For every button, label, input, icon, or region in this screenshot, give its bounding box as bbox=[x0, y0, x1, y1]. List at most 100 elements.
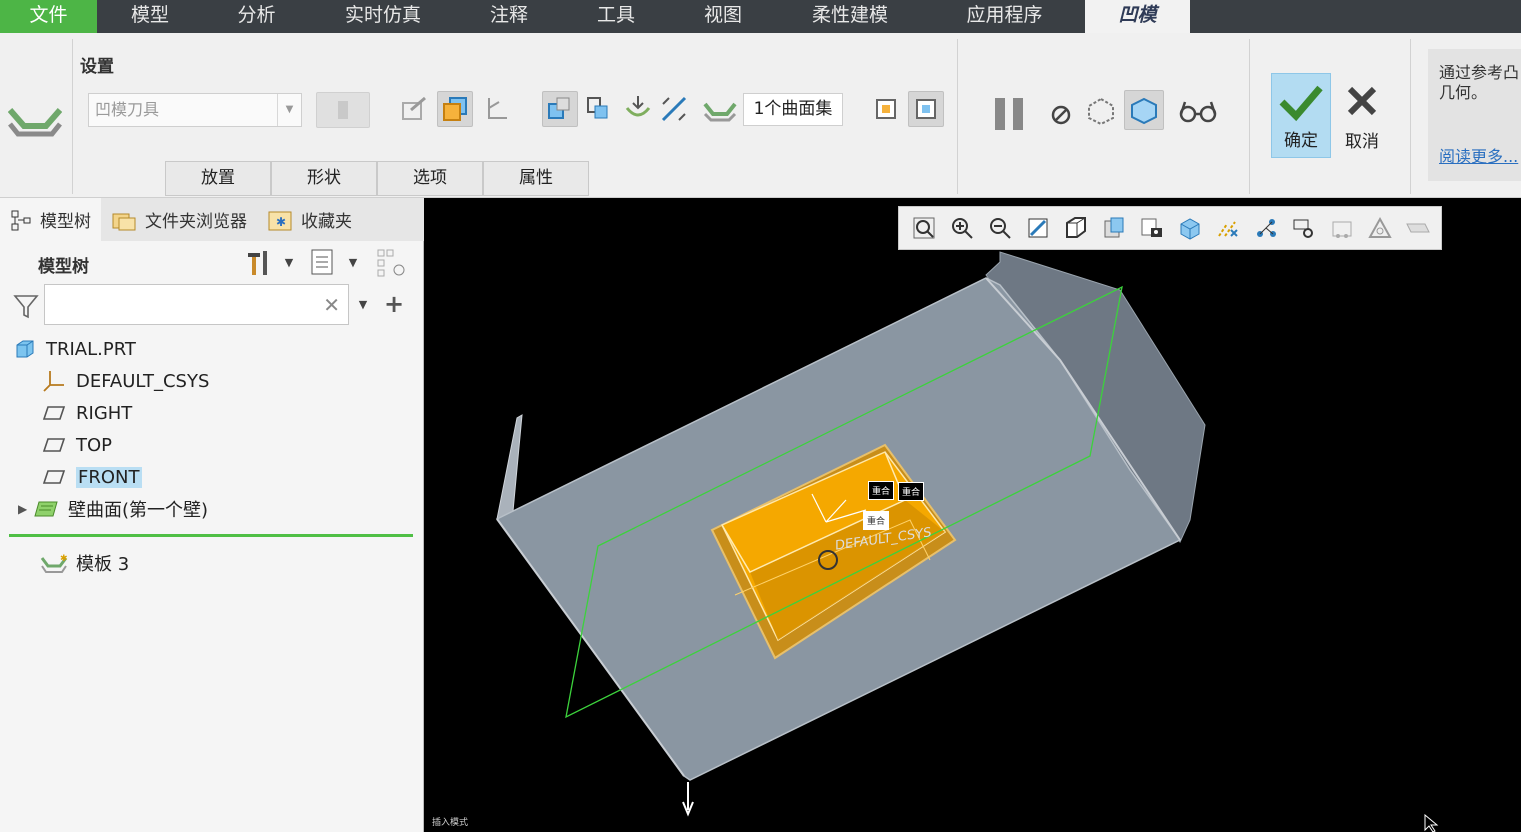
tab-properties[interactable]: 属性 bbox=[483, 161, 589, 196]
tab-folder-browser[interactable]: 文件夹浏览器 bbox=[101, 198, 257, 241]
insert-indicator[interactable] bbox=[9, 534, 413, 537]
tab-shape[interactable]: 形状 bbox=[271, 161, 377, 196]
punch-side-icon[interactable] bbox=[542, 91, 578, 127]
preview-icon[interactable] bbox=[868, 91, 904, 127]
ok-button[interactable]: 确定 bbox=[1271, 73, 1331, 158]
form-big-icon bbox=[6, 95, 64, 141]
ribbon-separator bbox=[72, 39, 73, 194]
datum-plane-icon bbox=[40, 436, 68, 454]
filter-icon[interactable] bbox=[10, 288, 42, 324]
refit-icon[interactable] bbox=[905, 209, 943, 247]
tree-item-csys[interactable]: DEFAULT_CSYS bbox=[40, 367, 209, 395]
form-tool-combo[interactable]: 凹模刀具 ▼ bbox=[88, 93, 302, 127]
tree-settings-icon[interactable] bbox=[306, 244, 338, 280]
constraint-tag[interactable]: 重合 bbox=[898, 482, 925, 501]
flip-direction-icon[interactable] bbox=[580, 91, 616, 127]
read-more-link[interactable]: 阅读更多... bbox=[1439, 147, 1518, 167]
open-tool-button[interactable] bbox=[316, 92, 370, 128]
tab-simulate[interactable]: 实时仿真 bbox=[310, 0, 456, 33]
tree-item-label: 壁曲面(第一个壁) bbox=[68, 500, 209, 521]
tree-item-front[interactable]: FRONT bbox=[40, 463, 142, 491]
ribbon-tab-bar: 文件 模型 分析 实时仿真 注释 工具 视图 柔性建模 应用程序 凹模 bbox=[0, 0, 1521, 33]
attached-preview-icon[interactable] bbox=[1124, 90, 1164, 130]
close-icon bbox=[1347, 86, 1377, 116]
section-view-icon[interactable] bbox=[1399, 209, 1437, 247]
tab-model-tree[interactable]: 模型树 bbox=[0, 198, 101, 241]
attached-icon[interactable] bbox=[908, 91, 944, 127]
copy-surface-icon[interactable] bbox=[437, 91, 473, 127]
annotation-display-icon[interactable] bbox=[1285, 209, 1323, 247]
csys-icon bbox=[40, 369, 68, 393]
svg-text:✱: ✱ bbox=[276, 215, 286, 229]
tree-item-label: TOP bbox=[76, 434, 113, 456]
tab-analysis[interactable]: 分析 bbox=[203, 0, 310, 33]
ribbon-separator bbox=[1249, 39, 1250, 194]
tab-model[interactable]: 模型 bbox=[97, 0, 203, 33]
exclude-surface-icon[interactable] bbox=[656, 91, 692, 127]
left-flange bbox=[496, 414, 523, 523]
tab-form[interactable]: 凹模 bbox=[1085, 0, 1190, 33]
constraint-tag[interactable]: 重合 bbox=[863, 511, 890, 530]
chevron-down-icon[interactable]: ▼ bbox=[278, 244, 300, 280]
ribbon-separator bbox=[1410, 39, 1411, 194]
tree-item-top[interactable]: TOP bbox=[40, 431, 112, 459]
show-hide-columns-icon[interactable] bbox=[372, 244, 412, 280]
zoom-out-icon[interactable] bbox=[981, 209, 1019, 247]
form-surface-icon[interactable] bbox=[702, 91, 738, 127]
tab-view[interactable]: 视图 bbox=[670, 0, 776, 33]
spin-center-icon[interactable] bbox=[1247, 209, 1285, 247]
tree-filter-input[interactable]: ✕ bbox=[44, 284, 349, 325]
tree-item-wall[interactable]: ▶ 壁曲面(第一个壁) bbox=[18, 495, 208, 523]
part-icon bbox=[10, 339, 38, 359]
perspective-icon[interactable] bbox=[1361, 209, 1399, 247]
tree-tools-icon[interactable] bbox=[242, 244, 274, 280]
tree-item-label: FRONT bbox=[76, 466, 142, 488]
wall-icon bbox=[32, 498, 60, 520]
ribbon: 设置 凹模刀具 ▼ 1个曲面集 放置 形状 选项 属性 确定 取消 通过参考凸 … bbox=[0, 33, 1521, 198]
chevron-down-icon[interactable]: ▼ bbox=[342, 244, 364, 280]
reference-model-icon[interactable] bbox=[396, 91, 432, 127]
tree-item-label: TRIAL.PRT bbox=[46, 338, 136, 360]
coordinate-system-icon[interactable] bbox=[478, 91, 514, 127]
simulation-display-icon[interactable] bbox=[1323, 209, 1361, 247]
tree-item-form[interactable]: ✱ 模板 3 bbox=[40, 549, 129, 577]
appearance-icon[interactable] bbox=[1133, 209, 1171, 247]
tab-flexible[interactable]: 柔性建模 bbox=[776, 0, 924, 33]
help-text-line2: 几何。 bbox=[1439, 83, 1488, 102]
pause-button[interactable] bbox=[988, 93, 1030, 135]
display-style-icon[interactable] bbox=[1171, 209, 1209, 247]
clear-icon[interactable]: ✕ bbox=[323, 293, 340, 317]
view-manager-icon[interactable] bbox=[1095, 209, 1133, 247]
zoom-in-icon[interactable] bbox=[943, 209, 981, 247]
tab-folder-browser-label: 文件夹浏览器 bbox=[145, 212, 247, 232]
no-preview-icon[interactable] bbox=[1043, 97, 1079, 133]
tab-annotate[interactable]: 注释 bbox=[456, 0, 562, 33]
tab-favorites[interactable]: ✱ 收藏夹 bbox=[257, 198, 362, 241]
verify-glasses-icon[interactable] bbox=[1176, 93, 1220, 129]
tree-item-right[interactable]: RIGHT bbox=[40, 399, 132, 427]
tree-item-part[interactable]: TRIAL.PRT bbox=[10, 335, 136, 363]
tab-tools[interactable]: 工具 bbox=[562, 0, 670, 33]
constraint-tag[interactable]: 重合 bbox=[868, 481, 895, 500]
repaint-icon[interactable] bbox=[1019, 209, 1057, 247]
datum-display-icon[interactable] bbox=[1209, 209, 1247, 247]
tab-file[interactable]: 文件 bbox=[0, 0, 97, 33]
expand-arrow-icon[interactable]: ▶ bbox=[18, 502, 32, 516]
help-panel: 通过参考凸 几何。 阅读更多... bbox=[1428, 49, 1521, 181]
surface-set-collector[interactable]: 1个曲面集 bbox=[743, 93, 843, 126]
graphics-window[interactable]: DEFAULT_CSYS 重合 重合 重合 插入模式 bbox=[425, 198, 1521, 832]
separate-preview-icon[interactable] bbox=[1083, 93, 1119, 129]
dashboard-subtabs: 放置 形状 选项 属性 bbox=[165, 161, 589, 196]
tab-options[interactable]: 选项 bbox=[377, 161, 483, 196]
mouse-cursor-icon bbox=[1424, 814, 1439, 832]
tab-apps[interactable]: 应用程序 bbox=[924, 0, 1085, 33]
status-mode-text: 插入模式 bbox=[432, 818, 469, 828]
add-filter-icon[interactable]: + bbox=[380, 286, 408, 322]
model-tree-title: 模型树 bbox=[38, 257, 89, 277]
chevron-down-icon[interactable]: ▼ bbox=[277, 94, 301, 126]
chevron-down-icon[interactable]: ▼ bbox=[352, 286, 374, 322]
direction-arrows-icon[interactable] bbox=[620, 91, 656, 127]
saved-orientations-icon[interactable] bbox=[1057, 209, 1095, 247]
cancel-button[interactable]: 取消 bbox=[1332, 73, 1392, 158]
tab-placement[interactable]: 放置 bbox=[165, 161, 271, 196]
